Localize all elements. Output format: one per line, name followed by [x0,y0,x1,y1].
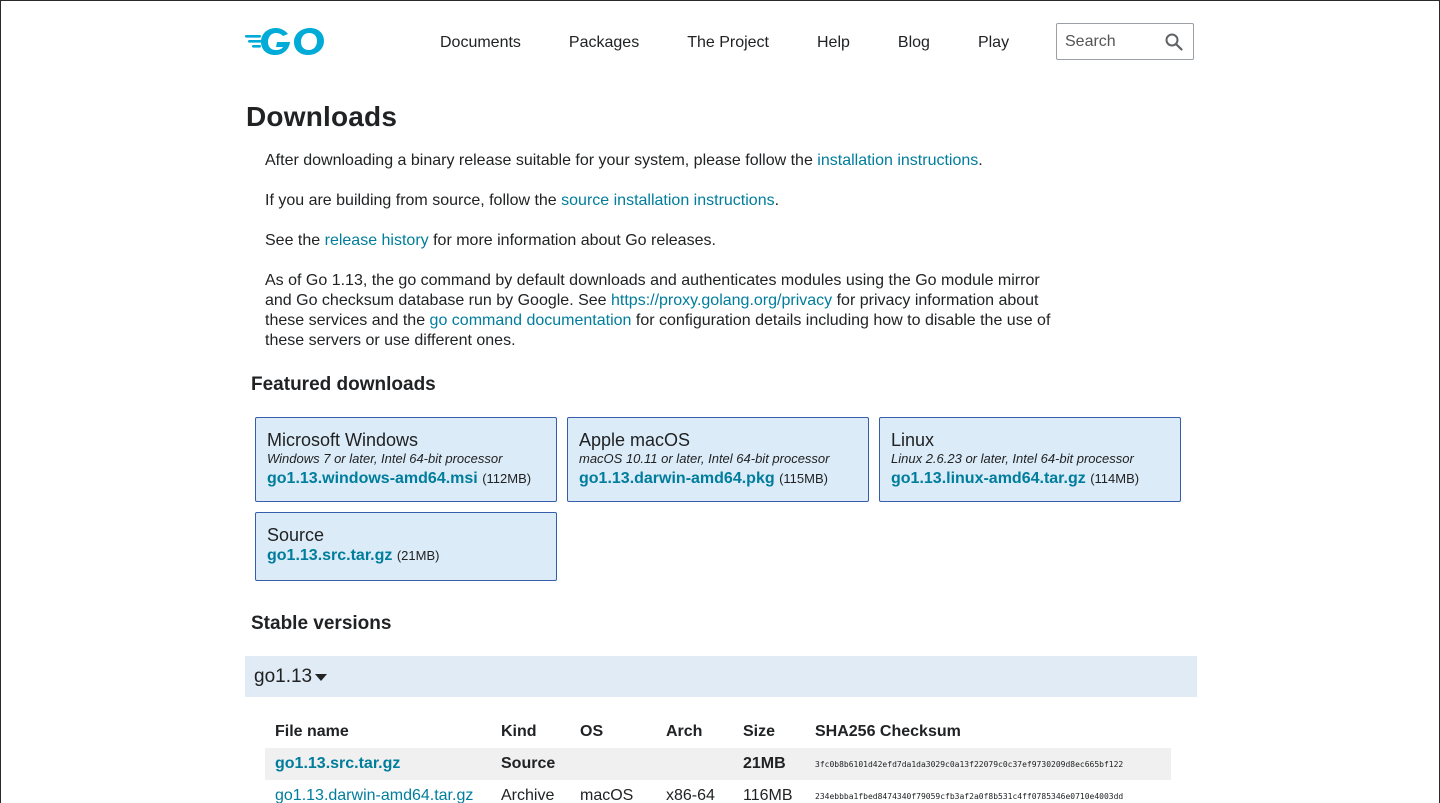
page: Documents Packages The Project Help Blog… [0,0,1440,803]
card-title: Linux [891,430,935,450]
intro-text: for more information about Go releases. [428,232,716,249]
go-logo[interactable] [245,24,329,58]
cell-size: 21MB [733,748,805,780]
table-row: go1.13.darwin-amd64.tar.gz Archive macOS… [265,780,1171,803]
cell-kind: Archive [501,787,555,803]
downloads-table: File name Kind OS Arch Size SHA256 Check… [265,716,1171,803]
card-file-link[interactable]: go1.13.src.tar.gz [267,547,392,564]
proxy-privacy-link[interactable]: https://proxy.golang.org/privacy [611,292,832,309]
installation-instructions-link[interactable]: installation instructions [817,152,978,169]
card-description: Windows 7 or later, Intel 64-bit process… [267,451,503,466]
column-header-kind: Kind [501,723,537,740]
version-label: go1.13 [254,666,313,687]
cell-arch [656,748,733,780]
featured-downloads-heading: Featured downloads [251,374,436,395]
intro-text: See the [265,232,325,249]
table-header-row: File name Kind OS Arch Size SHA256 Check… [265,716,1171,748]
nav-help[interactable]: Help [817,33,850,53]
intro-paragraph-3: See the release history for more informa… [265,231,1065,251]
card-file-size: (21MB) [396,548,440,563]
nav-packages[interactable]: Packages [569,33,639,53]
column-header-arch: Arch [666,723,703,740]
go-command-docs-link[interactable]: go command documentation [430,312,632,329]
card-title: Apple macOS [579,430,691,450]
column-header-file-name: File name [275,723,349,740]
cell-checksum: 234ebbba1fbed8474340f79059cfb3af2a0f8b53… [815,791,1124,801]
card-file-size: (114MB) [1090,471,1140,486]
download-card-source[interactable]: Source go1.13.src.tar.gz (21MB) [255,512,557,581]
download-card-windows[interactable]: Microsoft Windows Windows 7 or later, In… [255,417,557,502]
page-title: Downloads [246,101,398,132]
search-icon[interactable] [1165,33,1183,51]
cell-arch: x86-64 [666,787,715,803]
download-card-macos[interactable]: Apple macOS macOS 10.11 or later, Intel … [567,417,869,502]
nav-blog[interactable]: Blog [898,33,930,53]
card-description: macOS 10.11 or later, Intel 64-bit proce… [579,451,830,466]
card-file-link[interactable]: go1.13.linux-amd64.tar.gz [891,470,1086,487]
search-box [1056,23,1194,60]
download-card-linux[interactable]: Linux Linux 2.6.23 or later, Intel 64-bi… [879,417,1181,502]
intro-text: After downloading a binary release suita… [265,152,818,169]
top-bar: Documents Packages The Project Help Blog… [245,1,1197,83]
nav-the-project[interactable]: The Project [687,33,769,53]
card-title: Source [267,525,325,545]
intro-text: . [978,152,983,169]
source-installation-link[interactable]: source installation instructions [561,192,774,209]
column-header-checksum: SHA256 Checksum [815,723,961,740]
intro-text: If you are building from source, follow … [265,192,562,209]
card-title: Microsoft Windows [267,430,419,450]
card-file-link[interactable]: go1.13.darwin-amd64.pkg [579,470,775,487]
cell-kind: Source [491,748,570,780]
cell-size: 116MB [743,787,793,803]
file-link[interactable]: go1.13.darwin-amd64.tar.gz [275,787,473,803]
caret-down-icon [315,674,327,681]
nav-documents[interactable]: Documents [440,33,521,53]
stable-versions-heading: Stable versions [251,613,392,634]
version-toggle[interactable]: go1.13 [245,656,1197,697]
card-file-size: (112MB) [482,471,532,486]
release-history-link[interactable]: release history [325,232,429,249]
cell-os [570,748,656,780]
column-header-os: OS [580,723,604,740]
column-header-size: Size [743,723,776,740]
cell-os: macOS [580,787,634,803]
card-description: Linux 2.6.23 or later, Intel 64-bit proc… [891,451,1134,466]
card-file-link[interactable]: go1.13.windows-amd64.msi [267,470,478,487]
file-link[interactable]: go1.13.src.tar.gz [275,755,400,772]
card-file-size: (115MB) [779,471,828,486]
intro-text: . [774,192,780,209]
nav-play[interactable]: Play [978,33,1009,53]
cell-checksum: 3fc0b8b6101d42efd7da1da3029c0a13f22079c0… [805,748,1171,780]
table-row: go1.13.src.tar.gz Source 21MB 3fc0b8b610… [265,748,1171,780]
intro-paragraph-1: After downloading a binary release suita… [265,151,1065,171]
main-nav: Documents Packages The Project Help Blog… [440,33,1009,53]
search-input[interactable] [1065,32,1161,52]
intro-paragraph-4: As of Go 1.13, the go command by default… [265,271,1065,351]
intro-paragraph-2: If you are building from source, follow … [265,191,1065,211]
